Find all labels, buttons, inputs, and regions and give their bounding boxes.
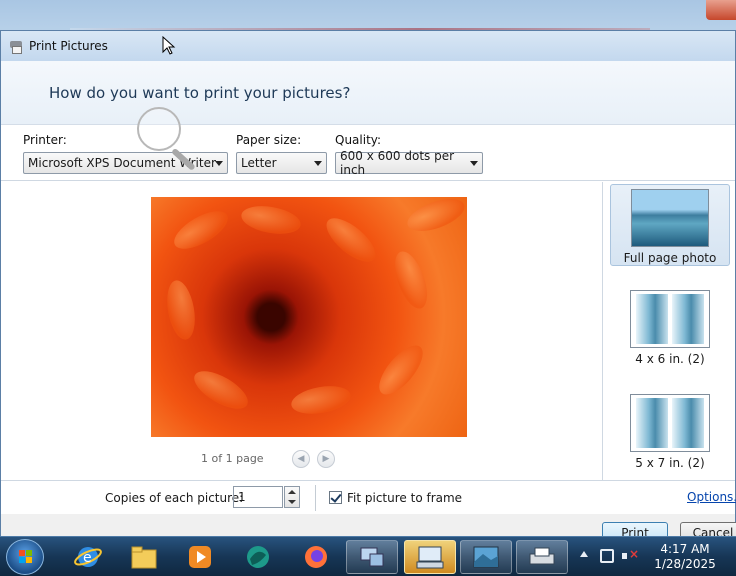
clock-date: 1/28/2025: [654, 557, 716, 571]
system-tray: 4:17 AM 1/28/2025: [574, 537, 736, 576]
petal-shape: [168, 203, 234, 257]
chevron-down-icon: [215, 161, 223, 166]
clock-time: 4:17 AM: [660, 542, 710, 556]
fit-to-frame-label: Fit picture to frame: [347, 491, 463, 505]
background-close-button[interactable]: [706, 0, 736, 20]
printer-select[interactable]: Microsoft XPS Document Writer: [23, 152, 228, 174]
printer-control: Printer: Microsoft XPS Document Writer: [23, 133, 228, 174]
quality-label: Quality:: [335, 133, 382, 147]
file-explorer-icon[interactable]: [118, 540, 170, 574]
chevron-down-icon: [314, 161, 322, 166]
paper-size-control: Paper size: Letter: [236, 133, 327, 174]
print-pictures-dialog: Print Pictures How do you want to print …: [0, 30, 736, 544]
full-page-thumbnail: [631, 189, 709, 247]
4x6-thumbnail: [630, 290, 710, 348]
copies-input[interactable]: 1: [233, 486, 283, 508]
quality-control: Quality: 600 x 600 dots per inch: [335, 133, 483, 177]
quality-select[interactable]: 600 x 600 dots per inch: [335, 149, 483, 177]
firefox-icon[interactable]: [290, 540, 342, 574]
layout-label: Full page photo: [623, 251, 717, 265]
print-preview: 1 of 1 page ◀ ▶: [1, 182, 603, 480]
copies-label: Copies of each picture:: [105, 491, 244, 505]
chevron-down-icon: [470, 161, 478, 166]
window-title: Print Pictures: [29, 39, 108, 53]
print-settings-bar: Printer: Microsoft XPS Document Writer P…: [1, 125, 735, 181]
internet-explorer-icon[interactable]: e: [62, 540, 114, 574]
layout-label: 4 x 6 in. (2): [635, 352, 705, 366]
paper-size-select[interactable]: Letter: [236, 152, 327, 174]
volume-muted-icon[interactable]: [622, 547, 639, 563]
globe-icon[interactable]: [232, 540, 284, 574]
clock[interactable]: 4:17 AM 1/28/2025: [646, 542, 724, 572]
show-hidden-icons-icon[interactable]: [580, 551, 588, 557]
layout-5x7[interactable]: 5 x 7 in. (2): [610, 390, 730, 476]
5x7-thumbnail: [630, 394, 710, 452]
page-counter: 1 of 1 page: [201, 452, 264, 465]
media-player-icon[interactable]: [174, 540, 226, 574]
taskbar-app-photo-viewer[interactable]: [460, 540, 512, 574]
dialog-header: How do you want to print your pictures?: [1, 61, 735, 125]
layout-list[interactable]: Full page photo 4 x 6 in. (2) 5 x 7 in. …: [604, 182, 735, 480]
petal-shape: [388, 247, 434, 313]
mouse-pointer-icon: [162, 36, 176, 55]
petal-shape: [319, 210, 383, 270]
copies-value: 1: [238, 490, 246, 504]
petal-shape: [239, 201, 303, 239]
network-icon[interactable]: [600, 549, 614, 563]
windows-start-icon[interactable]: [6, 539, 44, 575]
taskbar-app-printer[interactable]: [516, 540, 568, 574]
petal-shape: [162, 278, 200, 342]
previous-page-button[interactable]: ◀: [292, 450, 310, 468]
layout-4x6[interactable]: 4 x 6 in. (2): [610, 286, 730, 372]
copies-stepper[interactable]: [284, 486, 300, 508]
petal-shape: [188, 363, 254, 417]
flower-photo-preview: [151, 197, 467, 437]
layout-full-page-photo[interactable]: Full page photo: [610, 184, 730, 266]
divider: [315, 485, 316, 511]
main-area: 1 of 1 page ◀ ▶ Full page photo 4 x 6 in…: [1, 182, 735, 480]
taskbar-app-keyboard[interactable]: [404, 540, 456, 574]
taskbar-app-network[interactable]: [346, 540, 398, 574]
printer-icon: [9, 39, 23, 54]
options-link[interactable]: Options...: [687, 490, 736, 504]
fit-to-frame-checkbox[interactable]: [329, 491, 342, 504]
svg-text:e: e: [83, 550, 92, 566]
printer-label: Printer:: [23, 133, 67, 147]
copies-bar: Copies of each picture: 1 Fit picture to…: [1, 480, 736, 514]
paper-size-label: Paper size:: [236, 133, 302, 147]
taskbar: e 4:17 AM 1/28/2025: [0, 536, 736, 576]
next-page-button[interactable]: ▶: [317, 450, 335, 468]
petal-shape: [371, 338, 431, 402]
petal-shape: [403, 197, 467, 238]
petal-shape: [289, 381, 353, 419]
layout-label: 5 x 7 in. (2): [635, 456, 705, 470]
paper-size-value: Letter: [241, 156, 277, 170]
quality-value: 600 x 600 dots per inch: [340, 149, 455, 177]
page-title: How do you want to print your pictures?: [49, 83, 351, 102]
title-bar[interactable]: Print Pictures: [1, 31, 735, 61]
